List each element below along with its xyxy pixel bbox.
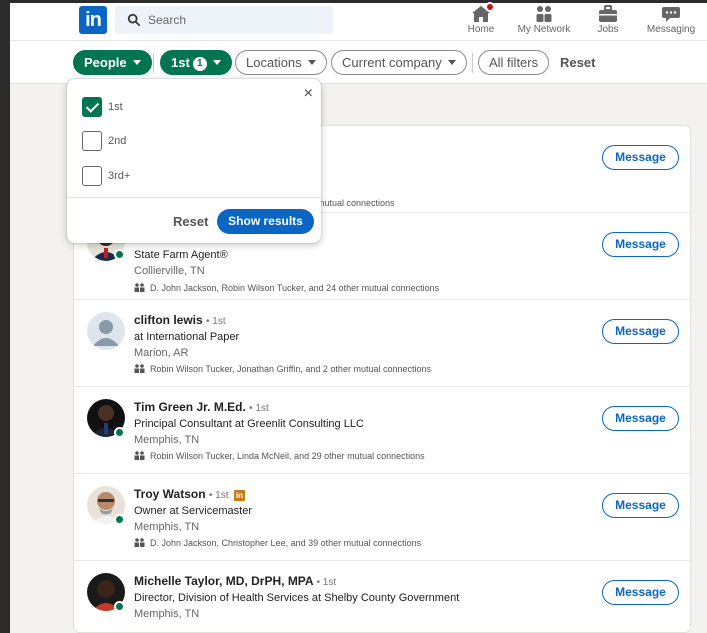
profile-name-text: Michelle Taylor, MD, DrPH, MPA: [134, 574, 314, 588]
option-1st-label: 1st: [108, 101, 123, 113]
people-icon: [134, 283, 145, 292]
chevron-down-icon: [212, 60, 221, 65]
profile-location: Marion, AR: [134, 347, 189, 359]
mutual-connections: D. John Jackson, Christopher Lee, and 39…: [134, 538, 421, 548]
nav-home-label: Home: [467, 24, 495, 35]
profile-location: Memphis, TN: [134, 521, 200, 533]
online-status-indicator: [114, 427, 125, 438]
message-button[interactable]: Message: [602, 232, 679, 257]
messaging-icon: [661, 5, 681, 23]
mutual-connections-text: D. John Jackson, Christopher Lee, and 39…: [150, 538, 422, 548]
people-icon: [134, 364, 145, 373]
current-company-filter-label: Current company: [342, 55, 442, 70]
filter-divider: [153, 53, 154, 73]
connections-filter-button[interactable]: 1st 1: [160, 50, 232, 75]
mutual-connections-text: Robin Wilson Tucker, Linda McNeil, and 2…: [150, 451, 425, 461]
message-button[interactable]: Message: [602, 493, 679, 518]
profile-name[interactable]: Michelle Taylor, MD, DrPH, MPA • 1st: [134, 574, 336, 588]
list-item[interactable]: Troy Watson • 1st in Owner at Servicemas…: [74, 474, 690, 561]
people-icon: [134, 538, 145, 547]
profile-location: Memphis, TN: [134, 608, 200, 620]
checkbox-1st[interactable]: [82, 97, 102, 117]
nav-jobs-label: Jobs: [597, 24, 619, 35]
profile-name[interactable]: Tim Green Jr. M.Ed. • 1st: [134, 400, 269, 414]
home-icon: [471, 2, 495, 23]
current-company-filter-button[interactable]: Current company: [331, 50, 467, 75]
chevron-down-icon: [307, 60, 316, 65]
mutual-connections-text: Robin Wilson Tucker, Jonathan Griffin, a…: [150, 364, 431, 374]
search-icon: [127, 13, 141, 27]
profile-name[interactable]: clifton lewis • 1st: [134, 313, 226, 327]
mutual-connections: Robin Wilson Tucker, Jonathan Griffin, a…: [134, 364, 431, 374]
online-status-indicator: [114, 249, 125, 260]
online-status-indicator: [114, 601, 125, 612]
connections-filter-label: 1st: [171, 55, 190, 70]
chevron-down-icon: [132, 60, 141, 65]
all-filters-button[interactable]: All filters: [478, 50, 550, 75]
profile-headline: Owner at Servicemaster: [134, 505, 252, 517]
list-item[interactable]: Michelle Taylor, MD, DrPH, MPA • 1st Dir…: [74, 561, 690, 632]
people-filter-label: People: [84, 55, 127, 70]
profile-name-text: Troy Watson: [134, 487, 206, 501]
checkbox-2nd[interactable]: [82, 131, 102, 151]
search-filters-bar: People 1st 1 Locations Current company Al…: [10, 41, 707, 84]
locations-filter-label: Locations: [246, 55, 302, 70]
all-filters-label: All filters: [489, 55, 539, 70]
notification-dot: [485, 2, 495, 12]
linkedin-premium-icon: in: [233, 490, 245, 501]
people-icon: [134, 451, 145, 460]
dropdown-reset-button[interactable]: Reset: [173, 214, 208, 229]
global-nav: in Search Home My Network Jobs Messaging: [10, 2, 707, 41]
search-input[interactable]: Search: [148, 13, 186, 27]
nav-messaging-label: Messaging: [646, 24, 696, 35]
linkedin-logo[interactable]: in: [79, 6, 107, 34]
people-filter-button[interactable]: People: [73, 50, 152, 75]
mutual-connections: Robin Wilson Tucker, Linda McNeil, and 2…: [134, 451, 425, 461]
checkbox-3rd-plus[interactable]: [82, 166, 102, 186]
list-item[interactable]: clifton lewis • 1st at International Pap…: [74, 300, 690, 387]
avatar[interactable]: [87, 312, 125, 350]
chevron-down-icon: [447, 60, 456, 65]
option-3rd-plus-label: 3rd+: [108, 170, 131, 182]
profile-headline: Principal Consultant at Greenlit Consult…: [134, 418, 364, 430]
connection-degree: • 1st: [206, 316, 226, 327]
profile-location: Collierville, TN: [134, 265, 205, 277]
connections-filter-dropdown: × 1st 2nd 3rd+ Reset Show results: [67, 79, 321, 243]
profile-headline: at International Paper: [134, 331, 240, 343]
profile-name[interactable]: Troy Watson • 1st in: [134, 487, 245, 501]
nav-my-network[interactable]: My Network: [516, 3, 572, 41]
window-left-edge: [0, 0, 10, 633]
mutual-connections: D. John Jackson, Robin Wilson Tucker, an…: [134, 283, 439, 293]
filter-divider: [472, 53, 473, 73]
nav-messaging[interactable]: Messaging: [646, 3, 696, 41]
profile-headline: State Farm Agent®: [134, 249, 228, 261]
show-results-button[interactable]: Show results: [217, 209, 314, 234]
message-button[interactable]: Message: [602, 406, 679, 431]
profile-location: Memphis, TN: [134, 434, 200, 446]
message-button[interactable]: Message: [602, 145, 679, 170]
locations-filter-button[interactable]: Locations: [235, 50, 327, 75]
briefcase-icon: [598, 5, 618, 23]
connection-degree: • 1st: [316, 577, 337, 588]
dropdown-divider: [67, 197, 321, 198]
message-button[interactable]: Message: [602, 580, 679, 605]
profile-headline: Director, Division of Health Services at…: [134, 592, 460, 604]
nav-jobs[interactable]: Jobs: [593, 3, 623, 41]
message-button[interactable]: Message: [602, 319, 679, 344]
mutual-connections-text: D. John Jackson, Robin Wilson Tucker, an…: [150, 283, 440, 293]
search-box[interactable]: Search: [115, 6, 333, 34]
online-status-indicator: [114, 514, 125, 525]
list-item[interactable]: Tim Green Jr. M.Ed. • 1st Principal Cons…: [74, 387, 690, 474]
connection-degree: • 1st: [208, 490, 229, 501]
option-2nd-label: 2nd: [108, 135, 127, 147]
nav-home[interactable]: Home: [466, 2, 496, 41]
profile-name-text: clifton lewis: [134, 313, 203, 327]
network-icon: [534, 5, 554, 23]
close-icon[interactable]: ×: [304, 85, 313, 103]
connection-degree: • 1st: [249, 403, 269, 414]
filter-count-badge: 1: [192, 57, 207, 71]
nav-my-network-label: My Network: [517, 24, 571, 35]
profile-name-text: Tim Green Jr. M.Ed.: [134, 400, 246, 414]
reset-filters-button[interactable]: Reset: [560, 55, 595, 70]
